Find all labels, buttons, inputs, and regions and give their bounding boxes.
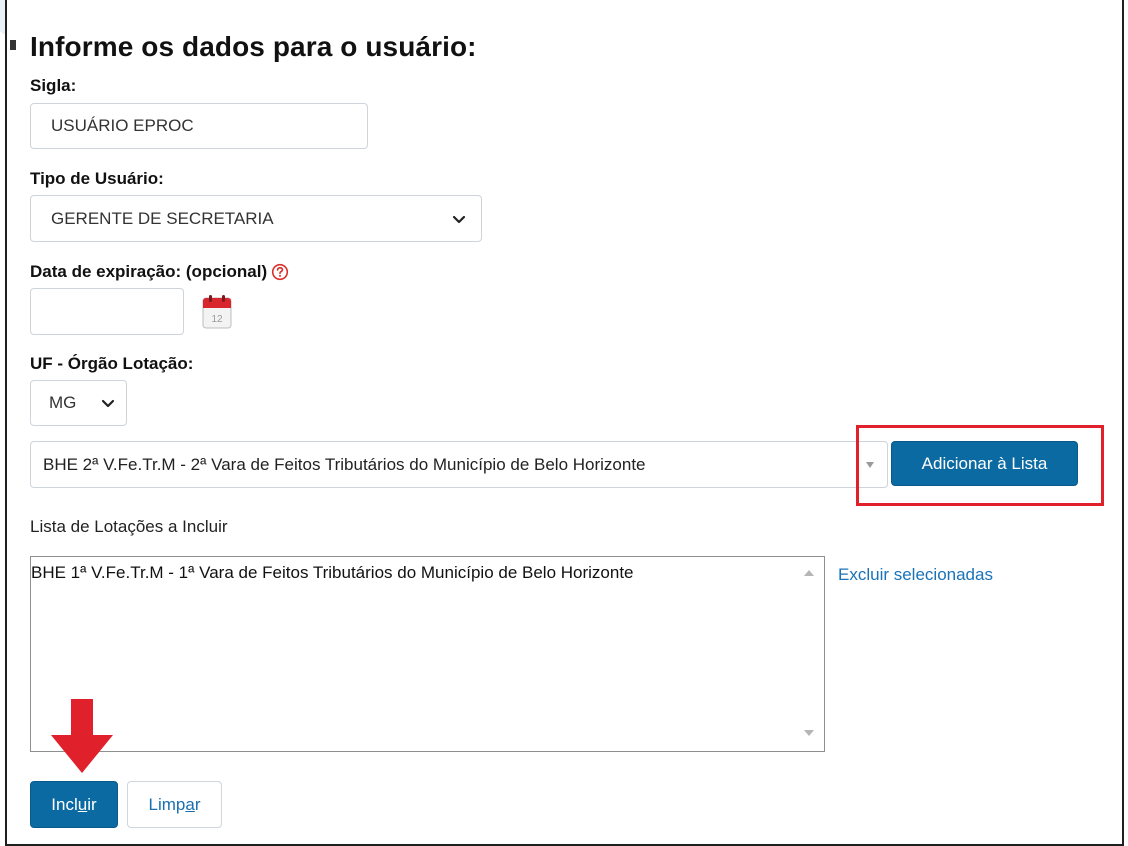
chevron-down-icon bbox=[452, 215, 466, 223]
limpar-button[interactable]: Limpar bbox=[127, 781, 222, 828]
data-expiracao-label: Data de expiração: (opcional) bbox=[30, 262, 268, 281]
excluir-selecionadas-link[interactable]: Excluir selecionadas bbox=[838, 565, 993, 585]
scrollbar[interactable] bbox=[794, 557, 824, 751]
incluir-label: Incluir bbox=[51, 794, 97, 814]
page-title: Informe os dados para o usuário: bbox=[30, 31, 477, 62]
data-expiracao-input[interactable] bbox=[30, 288, 184, 335]
question-circle-icon[interactable] bbox=[271, 263, 289, 281]
adicionar-lista-button[interactable]: Adicionar à Lista bbox=[891, 441, 1078, 486]
list-item[interactable]: BHE 1ª V.Fe.Tr.M - 1ª Vara de Feitos Tri… bbox=[31, 563, 634, 583]
tipo-usuario-label: Tipo de Usuário: bbox=[30, 169, 164, 188]
svg-text:12: 12 bbox=[211, 314, 223, 325]
incluir-button[interactable]: Incluir bbox=[30, 781, 118, 828]
uf-orgao-label: UF - Órgão Lotação: bbox=[30, 354, 194, 373]
decorative-mark bbox=[10, 40, 16, 50]
calendar-icon[interactable]: 12 bbox=[201, 294, 233, 330]
scroll-down-icon[interactable] bbox=[803, 729, 815, 737]
data-expiracao-label-row: Data de expiração: (opcional) bbox=[30, 262, 289, 282]
tipo-usuario-value: GERENTE DE SECRETARIA bbox=[51, 208, 274, 228]
sigla-label: Sigla: bbox=[30, 76, 77, 95]
lista-lotacoes-listbox[interactable]: BHE 1ª V.Fe.Tr.M - 1ª Vara de Feitos Tri… bbox=[30, 556, 825, 752]
orgao-lotacao-value: BHE 2ª V.Fe.Tr.M - 2ª Vara de Feitos Tri… bbox=[43, 454, 646, 474]
uf-select[interactable]: MG bbox=[30, 380, 127, 426]
lista-lotacoes-label: Lista de Lotações a Incluir bbox=[30, 517, 228, 536]
sigla-value: USUÁRIO EPROC bbox=[51, 116, 194, 135]
orgao-lotacao-select[interactable]: BHE 2ª V.Fe.Tr.M - 2ª Vara de Feitos Tri… bbox=[30, 441, 888, 488]
uf-value: MG bbox=[49, 393, 77, 412]
tipo-usuario-select[interactable]: GERENTE DE SECRETARIA bbox=[30, 195, 482, 242]
scroll-up-icon[interactable] bbox=[803, 569, 815, 577]
chevron-down-icon bbox=[101, 399, 115, 408]
limpar-label: Limpar bbox=[148, 794, 201, 814]
sigla-input[interactable]: USUÁRIO EPROC bbox=[30, 103, 368, 149]
red-arrow-down-icon bbox=[51, 699, 113, 773]
adicionar-lista-label: Adicionar à Lista bbox=[921, 453, 1048, 473]
